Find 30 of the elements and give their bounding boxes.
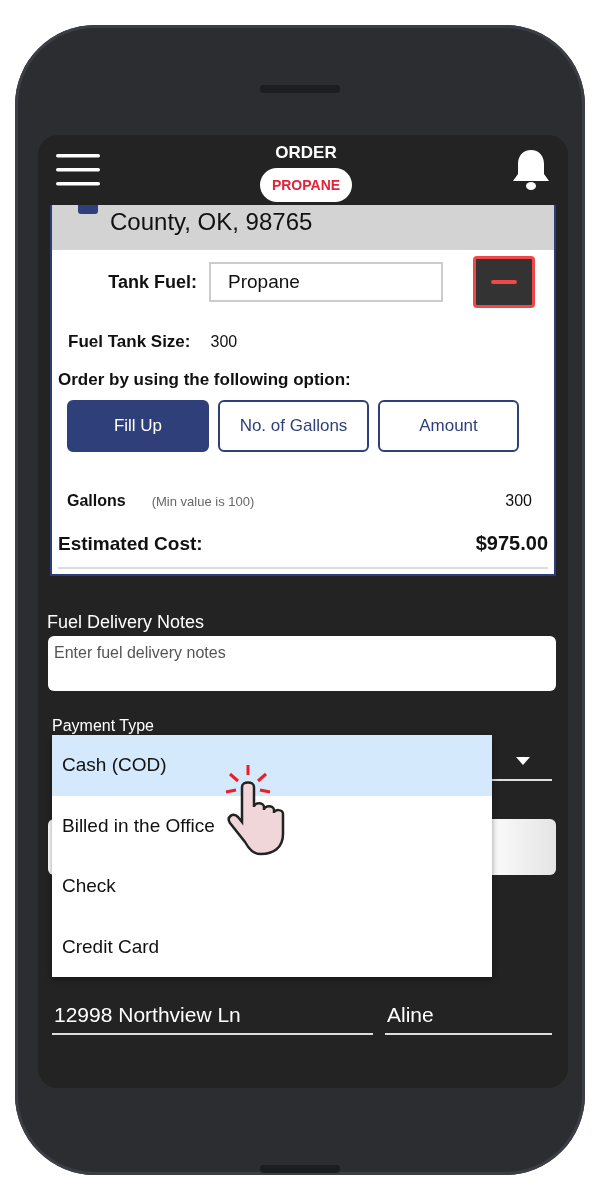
field-label: Estimated Cost: bbox=[58, 532, 203, 555]
caret-icon bbox=[516, 756, 530, 765]
gallons-value: 300 bbox=[505, 492, 532, 510]
notes-field[interactable]: Enter fuel delivery notes bbox=[48, 636, 556, 691]
order-option-button[interactable]: Amount bbox=[378, 400, 519, 452]
hint-text: (Min value is 100) bbox=[151, 493, 256, 509]
field-label: Fuel Delivery Notes bbox=[47, 612, 206, 633]
menu-icon[interactable] bbox=[56, 154, 100, 186]
propane-badge: PROPANE bbox=[259, 168, 353, 202]
minus-button[interactable] bbox=[473, 256, 535, 308]
order-prompt: Order by using the following option: bbox=[58, 370, 352, 390]
address-field[interactable]: 12998 Northview Ln bbox=[52, 1003, 373, 1035]
address-field[interactable]: Aline bbox=[385, 1003, 552, 1035]
tank-fuel-field[interactable]: Propane bbox=[209, 262, 443, 302]
bell-icon[interactable] bbox=[512, 148, 550, 192]
dropdown-option[interactable]: Check bbox=[52, 856, 492, 917]
minus-icon bbox=[491, 280, 517, 284]
address-text: County, OK, 98765 bbox=[110, 207, 313, 236]
field-label: Gallons bbox=[67, 492, 126, 510]
logo-text: ORDER bbox=[275, 144, 337, 162]
field-label: Fuel Tank Size: bbox=[68, 332, 191, 352]
dropdown-option[interactable]: Credit Card bbox=[52, 916, 492, 977]
order-option-button[interactable]: No. of Gallons bbox=[218, 400, 369, 452]
field-label: Tank Fuel: bbox=[107, 271, 197, 293]
dropdown-option[interactable]: Cash (COD) bbox=[52, 735, 492, 796]
order-option-button[interactable]: Fill Up bbox=[67, 400, 209, 452]
field-label: Payment Type bbox=[52, 717, 155, 735]
tank-size-value: 300 bbox=[210, 333, 238, 351]
checkbox-icon[interactable] bbox=[78, 205, 98, 214]
cost-value: $975.00 bbox=[475, 532, 548, 555]
